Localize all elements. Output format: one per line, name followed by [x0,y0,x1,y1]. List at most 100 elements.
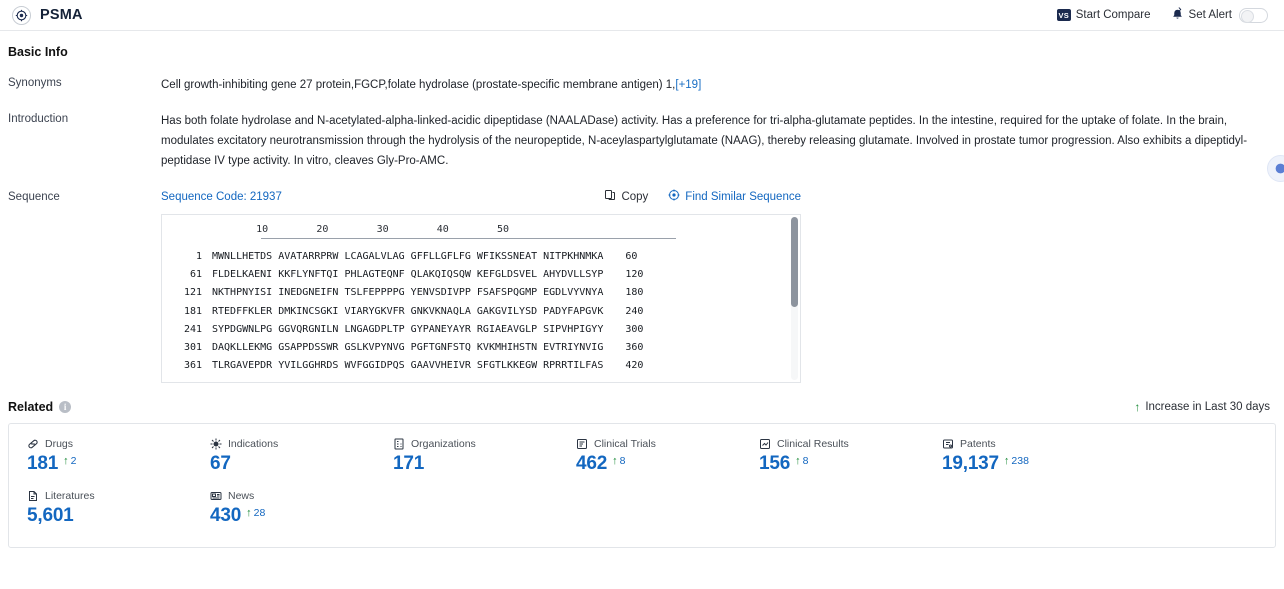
find-similar-sequence-button[interactable]: Find Similar Sequence [668,189,801,204]
stat-head: Patents [942,438,1107,450]
stat-value: 5,601 [27,505,74,526]
stat-label: News [228,490,255,502]
related-legend: ↑ Increase in Last 30 days [1134,401,1276,413]
stat-card-indications[interactable]: Indications 67 [192,438,375,476]
bell-alert-icon [1171,7,1184,23]
sequence-lines: 1 MWNLLHETDS AVATARRPRW LCAGALVLAG GFFLLG… [162,248,800,375]
stat-delta-value: 28 [253,507,266,519]
stat-card-drugs[interactable]: Drugs 181 ↑ 2 [9,438,192,476]
related-stats-grid: Drugs 181 ↑ 2 Indications 67 Organizations 171 C… [9,438,1275,542]
page-content: Basic Info Synonyms Cell growth-inhibiti… [0,45,1284,548]
sequence-start-index: 301 [183,342,202,354]
sequence-label: Sequence [8,191,60,203]
stat-value: 156 [759,453,791,474]
sequence-start-index: 181 [183,305,202,317]
up-arrow-icon: ↑ [63,454,69,467]
stat-delta-value: 2 [70,455,77,467]
info-icon[interactable]: i [59,401,72,413]
set-alert-toggle[interactable] [1239,7,1268,23]
sequence-line: 241 SYPDGWNLPG GGVQRGNILN LNGAGDPLTP GYPA… [162,321,800,339]
sequence-row: Sequence Sequence Code: 21937 Copy Find … [8,189,1276,383]
stat-body: 462 ↑ 8 [576,452,741,476]
target-icon [668,189,680,204]
introduction-row: Introduction Has both folate hydrolase a… [8,111,1276,171]
up-arrow-icon: ↑ [246,506,252,519]
synonyms-more-link[interactable]: [+19] [675,79,701,91]
clinical-trial-icon [576,438,588,450]
stat-body: 67 [210,452,375,476]
sequence-end-index: 300 [625,323,644,335]
top-bar-actions: VS Start Compare Set Alert [1056,7,1272,23]
stat-value: 19,137 [942,453,999,474]
stat-card-clinical-results[interactable]: Clinical Results 156 ↑ 8 [741,438,924,476]
stat-head: Clinical Results [759,438,924,450]
virus-icon [210,438,222,450]
up-arrow-icon: ↑ [612,454,618,467]
vs-icon: VS [1056,9,1071,21]
sequence-start-index: 1 [195,251,202,262]
stat-body: 181 ↑ 2 [27,452,192,476]
sequence-scrollbar-thumb[interactable] [791,217,798,307]
sequence-start-index: 121 [183,287,202,299]
sequence-ruler: 10 20 30 40 50 [208,224,510,235]
stat-delta: ↑ 8 [795,455,808,467]
stat-value: 171 [393,453,425,474]
sequence-line: 1 MWNLLHETDS AVATARRPRW LCAGALVLAG GFFLLG… [162,248,800,266]
stat-delta-value: 8 [802,455,809,467]
brand[interactable]: PSMA [12,5,83,25]
sequence-residues: FLDELKAENI KKFLYNFTQI PHLAGTEQNF QLAKQIQ… [212,269,604,281]
stat-card-patents[interactable]: Patents 19,137 ↑ 238 [924,438,1107,476]
sequence-viewer[interactable]: 10 20 30 40 50 1 MWNLLHETDS AVATARRPRW LC… [161,214,801,383]
sequence-end-index: 360 [625,342,644,354]
sequence-end-index: 60 [625,251,638,262]
sequence-residues: TLRGAVEPDR YVILGGHRDS WVFGGIDPQS GAAVVHE… [212,360,604,372]
synonyms-label: Synonyms [8,77,62,89]
patent-icon [942,438,954,450]
stat-card-clinical-trials[interactable]: Clinical Trials 462 ↑ 8 [558,438,741,476]
synonyms-value-wrap: Cell growth-inhibiting gene 27 protein,F… [161,75,701,95]
sequence-header: Sequence Code: 21937 Copy Find Similar S… [161,189,801,204]
stat-delta-value: 238 [1011,455,1029,467]
stat-value: 462 [576,453,608,474]
introduction-value: Has both folate hydrolase and N-acetylat… [161,115,1248,167]
stat-value: 67 [210,453,231,474]
sequence-line: 121 NKTHPNYISI INEDGNEIFN TSLFEPPPPG YENV… [162,284,800,302]
sequence-line: 361 TLRGAVEPDR YVILGGHRDS WVFGGIDPQS GAAV… [162,357,800,375]
sequence-ruler-line [261,238,676,239]
stat-card-news[interactable]: News 430 ↑ 28 [192,490,375,528]
stat-delta: ↑ 238 [1004,455,1029,467]
stat-body: 171 [393,452,558,476]
stat-card-literatures[interactable]: Literatures 5,601 [9,490,192,528]
sequence-residues: RTEDFFKLER DMKINCSGKI VIARYGKVFR GNKVKNA… [212,305,604,317]
sequence-residues: SYPDGWNLPG GGVQRGNILN LNGAGDPLTP GYPANEY… [212,323,604,335]
sequence-start-index: 61 [189,269,202,281]
copy-button[interactable]: Copy [604,189,648,204]
set-alert-control[interactable]: Set Alert [1171,7,1268,23]
news-icon [210,490,222,502]
sequence-panel: Sequence Code: 21937 Copy Find Similar S… [161,189,801,383]
sequence-residues: MWNLLHETDS AVATARRPRW LCAGALVLAG GFFLLGF… [212,251,604,262]
set-alert-label: Set Alert [1188,9,1232,21]
stat-body: 430 ↑ 28 [210,504,375,528]
up-arrow-icon: ↑ [1003,454,1010,467]
sequence-residues: NKTHPNYISI INEDGNEIFN TSLFEPPPPG YENVSDI… [212,287,604,299]
sequence-scrollbar[interactable] [791,217,798,380]
stat-head: News [210,490,375,502]
stat-label: Indications [228,438,279,450]
related-title: Related [8,400,54,414]
page-title: Basic Info [8,45,68,59]
synonyms-value: Cell growth-inhibiting gene 27 protein,F… [161,79,676,91]
stat-card-organizations[interactable]: Organizations 171 [375,438,558,476]
sequence-line: 61 FLDELKAENI KKFLYNFTQI PHLAGTEQNF QLAKQ… [162,266,800,284]
stat-delta: ↑ 2 [63,455,76,467]
start-compare-button[interactable]: VS Start Compare [1056,9,1151,21]
top-bar: PSMA VS Start Compare Set Alert [0,0,1284,31]
stat-head: Organizations [393,438,558,450]
find-similar-label: Find Similar Sequence [685,190,801,203]
building-icon [393,438,405,450]
stat-head: Indications [210,438,375,450]
up-arrow-icon: ↑ [1134,400,1141,414]
stat-label: Clinical Results [777,438,849,450]
sequence-line: 301 DAQKLLEKMG GSAPPDSSWR GSLKVPYNVG PGFT… [162,339,800,357]
sequence-code-link[interactable]: Sequence Code: 21937 [161,191,282,203]
